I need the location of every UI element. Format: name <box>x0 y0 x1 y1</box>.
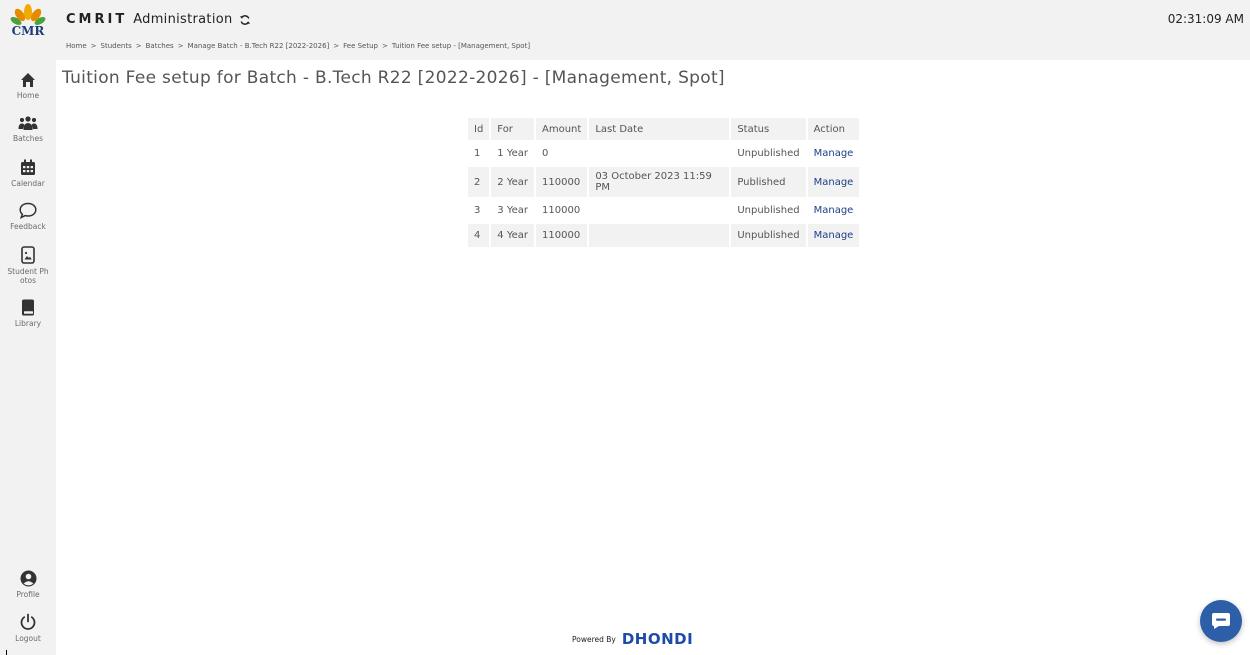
cell-last-date <box>589 224 730 247</box>
cell-amount: 110000 <box>536 224 588 247</box>
sidebar-item-library[interactable]: Library <box>0 299 56 328</box>
breadcrumb-batches[interactable]: Batches <box>146 42 174 50</box>
sidebar-item-feedback[interactable]: Feedback <box>0 202 56 231</box>
breadcrumb-separator: > <box>381 42 388 50</box>
chat-bubble-icon <box>19 202 37 219</box>
home-icon <box>21 73 35 87</box>
flower-logo-icon <box>10 4 46 25</box>
page-title: Tuition Fee setup for Batch - B.Tech R22… <box>62 68 725 88</box>
cell-id: 3 <box>474 205 481 216</box>
cell-last-date: 03 October 2023 11:59 PM <box>589 167 730 197</box>
cell-for: 1 Year <box>497 148 529 159</box>
sidebar-item-label: Home <box>16 91 40 100</box>
cmr-logo[interactable]: CMR <box>8 4 48 40</box>
table-header-row: Id For Amount Last Date Status Action <box>468 118 860 140</box>
breadcrumb-separator: > <box>90 42 97 50</box>
manage-link[interactable]: Manage <box>808 199 860 222</box>
cell-status: Unpublished <box>737 205 800 216</box>
cell-for: 3 Year <box>497 205 529 216</box>
clock: 02:31:09 AM <box>1167 12 1244 26</box>
profile-icon <box>20 570 36 587</box>
power-icon <box>20 613 36 630</box>
breadcrumb-current: Tuition Fee setup - [Management, Spot] <box>391 42 531 50</box>
cell-status: Unpublished <box>737 148 800 159</box>
manage-link[interactable]: Manage <box>807 224 860 247</box>
cell-status: Published <box>731 167 806 197</box>
cell-last-date <box>589 142 729 165</box>
sidebar-item-label: Feedback <box>10 222 46 231</box>
footer: Powered By DHONDI <box>572 630 693 648</box>
breadcrumb-fee-setup[interactable]: Fee Setup <box>343 42 378 50</box>
corner-mark <box>6 650 7 655</box>
table-row: 1 1 Year 0 Unpublished Manage <box>468 142 859 165</box>
breadcrumb-separator: > <box>177 42 184 50</box>
cell-id: 2 <box>468 167 490 197</box>
top-bar: CMRIT Administration 02:31:09 AM Home > … <box>56 0 1250 60</box>
sidebar: CMR Home Batches Calendar Feedback Stude… <box>0 0 56 655</box>
sidebar-item-label: Calendar <box>11 179 45 188</box>
footer-brand[interactable]: DHONDI <box>622 630 693 648</box>
book-icon <box>22 299 34 316</box>
manage-link[interactable]: Manage <box>807 167 860 197</box>
powered-by-text: Powered By <box>572 634 616 644</box>
sidebar-item-label: Batches <box>12 134 44 143</box>
column-header-id: Id <box>468 118 490 140</box>
chat-icon <box>1212 613 1230 629</box>
sidebar-item-label: Student Ph otos <box>7 267 49 285</box>
breadcrumb: Home > Students > Batches > Manage Batch… <box>66 42 530 50</box>
breadcrumb-separator: > <box>135 42 142 50</box>
sidebar-item-logout[interactable]: Logout <box>0 613 56 643</box>
cell-status: Unpublished <box>731 224 806 247</box>
breadcrumb-students[interactable]: Students <box>101 42 132 50</box>
sidebar-item-label: Profile <box>16 590 40 599</box>
calendar-icon <box>21 159 35 175</box>
sidebar-item-calendar[interactable]: Calendar <box>0 159 56 188</box>
breadcrumb-separator: > <box>333 42 340 50</box>
table-row: 3 3 Year 110000 Unpublished Manage <box>468 199 859 222</box>
brand-name: CMRIT <box>66 12 128 27</box>
manage-link[interactable]: Manage <box>808 142 860 165</box>
sidebar-item-student-photos[interactable]: Student Ph otos <box>0 246 56 285</box>
sidebar-item-label: Logout <box>15 634 41 643</box>
column-header-amount: Amount <box>536 118 588 140</box>
breadcrumb-home[interactable]: Home <box>66 42 87 50</box>
sidebar-item-label: Library <box>14 319 42 328</box>
photo-icon <box>21 246 35 264</box>
table-row: 2 2 Year 110000 03 October 2023 11:59 PM… <box>468 167 860 197</box>
sidebar-item-batches[interactable]: Batches <box>0 115 56 143</box>
app-section-title: Administration <box>133 12 233 27</box>
cell-amount: 0 <box>542 148 549 159</box>
cell-for: 4 Year <box>491 224 535 247</box>
cell-last-date <box>589 199 729 222</box>
cell-for: 2 Year <box>491 167 535 197</box>
chat-button[interactable] <box>1200 600 1242 642</box>
cell-id: 4 <box>468 224 490 247</box>
fee-table: Id For Amount Last Date Status Action 1 … <box>466 116 861 249</box>
table-row: 4 4 Year 110000 Unpublished Manage <box>468 224 860 247</box>
logo-text: CMR <box>11 24 45 38</box>
sidebar-item-profile[interactable]: Profile <box>0 570 56 599</box>
column-header-status: Status <box>731 118 806 140</box>
refresh-icon[interactable] <box>239 14 251 26</box>
column-header-action: Action <box>807 118 860 140</box>
column-header-last-date: Last Date <box>589 118 730 140</box>
cell-amount: 110000 <box>536 167 588 197</box>
sidebar-item-home[interactable]: Home <box>0 72 56 100</box>
column-header-for: For <box>491 118 535 140</box>
users-icon <box>18 116 38 130</box>
cell-id: 1 <box>474 148 481 159</box>
app-title: CMRIT Administration <box>66 12 251 27</box>
breadcrumb-manage-batch[interactable]: Manage Batch - B.Tech R22 [2022-2026] <box>188 42 330 50</box>
cell-amount: 110000 <box>542 205 581 216</box>
